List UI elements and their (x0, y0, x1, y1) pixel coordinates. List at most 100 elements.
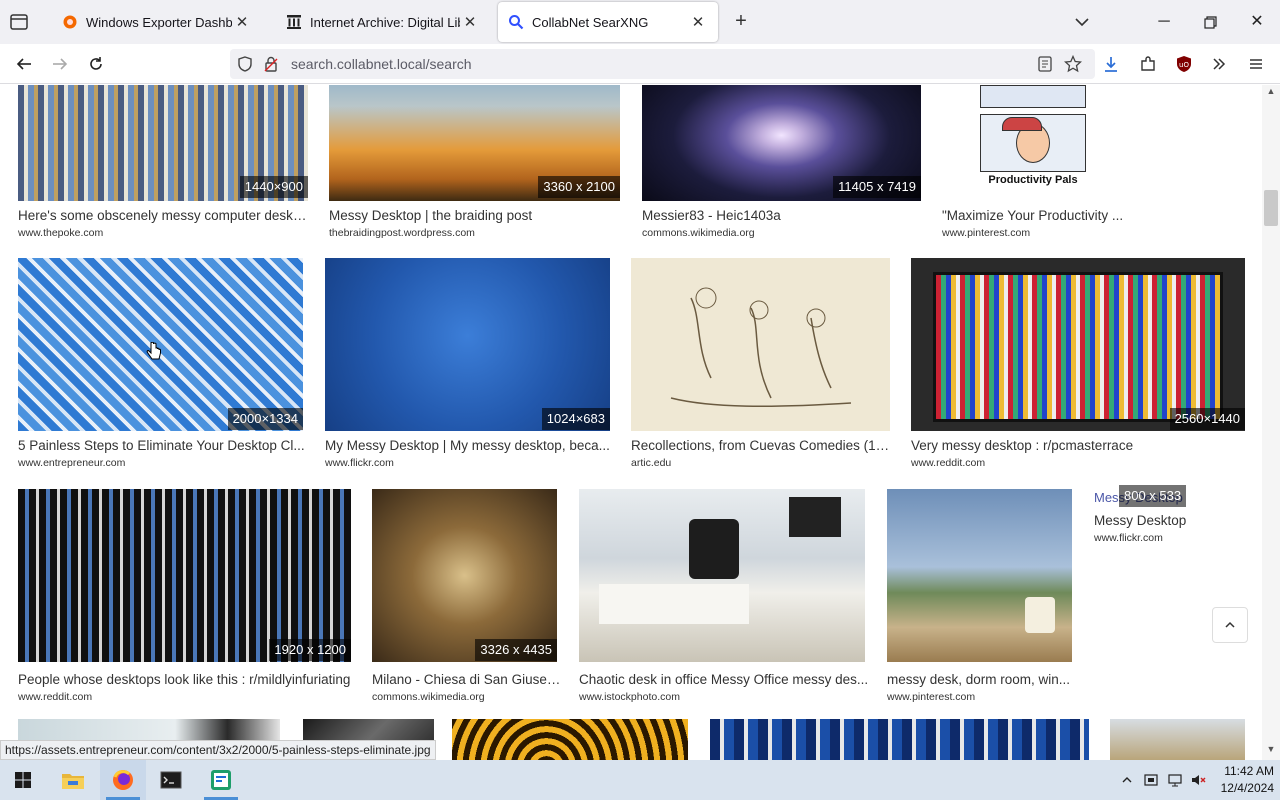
result-title[interactable]: Here's some obscenely messy computer des… (18, 208, 310, 223)
result-thumbnail[interactable] (887, 489, 1072, 662)
minimize-button[interactable]: ─ (1152, 10, 1176, 34)
image-dimensions: 3360 x 2100 (538, 176, 620, 198)
result-card[interactable]: messy desk, dorm room, win... www.pinter… (887, 489, 1077, 703)
downloads-icon[interactable] (1098, 52, 1124, 76)
result-card[interactable]: Chaotic desk in office Messy Office mess… (579, 489, 869, 703)
app-icon[interactable] (198, 760, 244, 800)
close-tab-icon[interactable]: ✕ (232, 12, 252, 32)
result-card[interactable] (710, 719, 1089, 760)
result-thumbnail[interactable] (1110, 719, 1245, 760)
result-title[interactable]: 5 Painless Steps to Eliminate Your Deskt… (18, 438, 308, 453)
notification-app-icon[interactable] (1142, 771, 1160, 789)
result-card[interactable] (452, 719, 688, 760)
result-source: thebraidingpost.wordpress.com (329, 227, 475, 239)
reader-view-icon[interactable] (1036, 55, 1054, 73)
result-source: www.thepoke.com (18, 227, 104, 239)
new-tab-button[interactable]: + (730, 10, 752, 32)
link-status-bar: https://assets.entrepreneur.com/content/… (0, 740, 436, 760)
result-thumbnail[interactable] (579, 489, 865, 662)
tab-windows-exporter[interactable]: Windows Exporter Dashboard 2 ✕ (52, 2, 262, 42)
restore-button[interactable] (1198, 10, 1222, 34)
network-icon[interactable] (1166, 771, 1184, 789)
lock-icon[interactable] (262, 55, 280, 73)
bookmark-star-icon[interactable] (1063, 54, 1083, 73)
result-title[interactable]: Very messy desktop : r/pcmasterrace (911, 438, 1245, 453)
chevron-up-icon (1225, 621, 1235, 628)
result-card[interactable]: 11405 x 7419 Messier83 - Heic1403a commo… (642, 85, 924, 239)
result-card[interactable]: 1024×683 My Messy Desktop | My messy des… (325, 258, 615, 469)
address-bar[interactable]: search.collabnet.local/search (230, 49, 1095, 79)
tab-searxng[interactable]: CollabNet SearXNG ✕ (498, 2, 718, 42)
back-to-top-button[interactable] (1212, 607, 1248, 643)
system-clock[interactable]: 11:42 AM 12/4/2024 (1208, 763, 1274, 797)
result-card[interactable]: 2000×1334 5 Painless Steps to Eliminate … (18, 258, 308, 469)
result-card[interactable]: Recollections, from Cuevas Comedies (19.… (631, 258, 893, 469)
result-thumbnail[interactable] (18, 489, 351, 662)
result-card[interactable]: Productivity Pals "Maximize Your Product… (942, 85, 1202, 239)
result-source: artic.edu (631, 457, 672, 469)
result-title[interactable]: Recollections, from Cuevas Comedies (19.… (631, 438, 893, 453)
chevron-down-icon[interactable] (1072, 12, 1092, 32)
image-dimensions: 800 x 533 (1119, 485, 1187, 507)
extensions-icon[interactable] (1135, 52, 1161, 76)
result-card[interactable]: 3360 x 2100 Messy Desktop | the braiding… (329, 85, 621, 239)
image-dimensions: 2560×1440 (1169, 408, 1245, 430)
shield-icon[interactable] (236, 55, 254, 73)
navigation-bar: search.collabnet.local/search uO (0, 44, 1280, 84)
result-thumbnail[interactable] (710, 719, 1089, 760)
back-button[interactable] (11, 52, 37, 76)
grafana-icon (62, 14, 78, 30)
result-card[interactable]: 2560×1440 Very messy desktop : r/pcmaste… (911, 258, 1245, 469)
result-title[interactable]: Messy Desktop (1094, 513, 1244, 528)
result-title[interactable]: "Maximize Your Productivity ... (942, 208, 1202, 223)
result-title[interactable]: Messy Desktop | the braiding post (329, 208, 621, 223)
file-explorer-icon[interactable] (50, 760, 96, 800)
volume-muted-icon[interactable] (1189, 771, 1207, 789)
result-card[interactable]: 1920 x 1200 People whose desktops look l… (18, 489, 358, 703)
result-title[interactable]: Chaotic desk in office Messy Office mess… (579, 672, 869, 687)
result-title[interactable]: People whose desktops look like this : r… (18, 672, 358, 687)
result-title[interactable]: My Messy Desktop | My messy desktop, bec… (325, 438, 615, 453)
tab-label: Internet Archive: Digital Library (310, 14, 460, 30)
scrollbar-thumb[interactable] (1264, 190, 1278, 226)
tab-label: Windows Exporter Dashboard 2 (86, 14, 232, 30)
menu-icon[interactable] (1243, 52, 1269, 76)
result-title[interactable]: Milano - Chiesa di San Giusep... (372, 672, 562, 687)
image-dimensions: 11405 x 7419 (833, 176, 921, 198)
tabs-list-icon[interactable] (8, 12, 30, 32)
more-tools-icon[interactable] (1206, 52, 1232, 76)
result-card[interactable]: 3326 x 4435 Milano - Chiesa di San Giuse… (372, 489, 562, 703)
tab-internet-archive[interactable]: Internet Archive: Digital Library ✕ (276, 2, 490, 42)
result-title[interactable]: Messier83 - Heic1403a (642, 208, 924, 223)
result-card[interactable]: 1440×900 Here's some obscenely messy com… (18, 85, 310, 239)
start-icon[interactable] (0, 760, 46, 800)
result-card[interactable] (1110, 719, 1245, 760)
result-source: www.pinterest.com (942, 227, 1031, 239)
result-source: commons.wikimedia.org (372, 691, 485, 703)
scrollbar[interactable] (1262, 85, 1280, 760)
result-source: www.pinterest.com (887, 691, 976, 703)
url-text[interactable]: search.collabnet.local/search (291, 56, 472, 72)
result-card[interactable]: Messy Desktop 800 x 533 Messy Desktop ww… (1094, 485, 1244, 545)
result-thumbnail[interactable]: Productivity Pals (980, 85, 1088, 201)
result-thumbnail[interactable] (452, 719, 688, 760)
scroll-up-icon[interactable]: ▲ (1264, 86, 1278, 100)
close-tab-icon[interactable]: ✕ (460, 12, 480, 32)
forward-button[interactable] (47, 52, 73, 76)
reload-button[interactable] (83, 52, 109, 76)
terminal-icon[interactable] (148, 760, 194, 800)
chevron-up-icon[interactable] (1118, 771, 1136, 789)
scroll-down-icon[interactable]: ▼ (1264, 744, 1278, 758)
result-thumbnail[interactable] (325, 258, 610, 431)
ublock-icon[interactable]: uO (1171, 52, 1197, 76)
result-thumbnail[interactable] (911, 258, 1245, 431)
close-tab-icon[interactable]: ✕ (688, 12, 708, 32)
result-thumbnail[interactable] (372, 489, 557, 662)
result-title[interactable]: messy desk, dorm room, win... (887, 672, 1077, 687)
firefox-icon[interactable] (100, 760, 146, 800)
image-results: 1440×900 Here's some obscenely messy com… (0, 85, 1262, 760)
clock-date: 12/4/2024 (1220, 781, 1274, 795)
result-source: www.flickr.com (1094, 532, 1163, 544)
result-thumbnail[interactable] (631, 258, 890, 431)
close-window-button[interactable]: ✕ (1245, 10, 1269, 34)
